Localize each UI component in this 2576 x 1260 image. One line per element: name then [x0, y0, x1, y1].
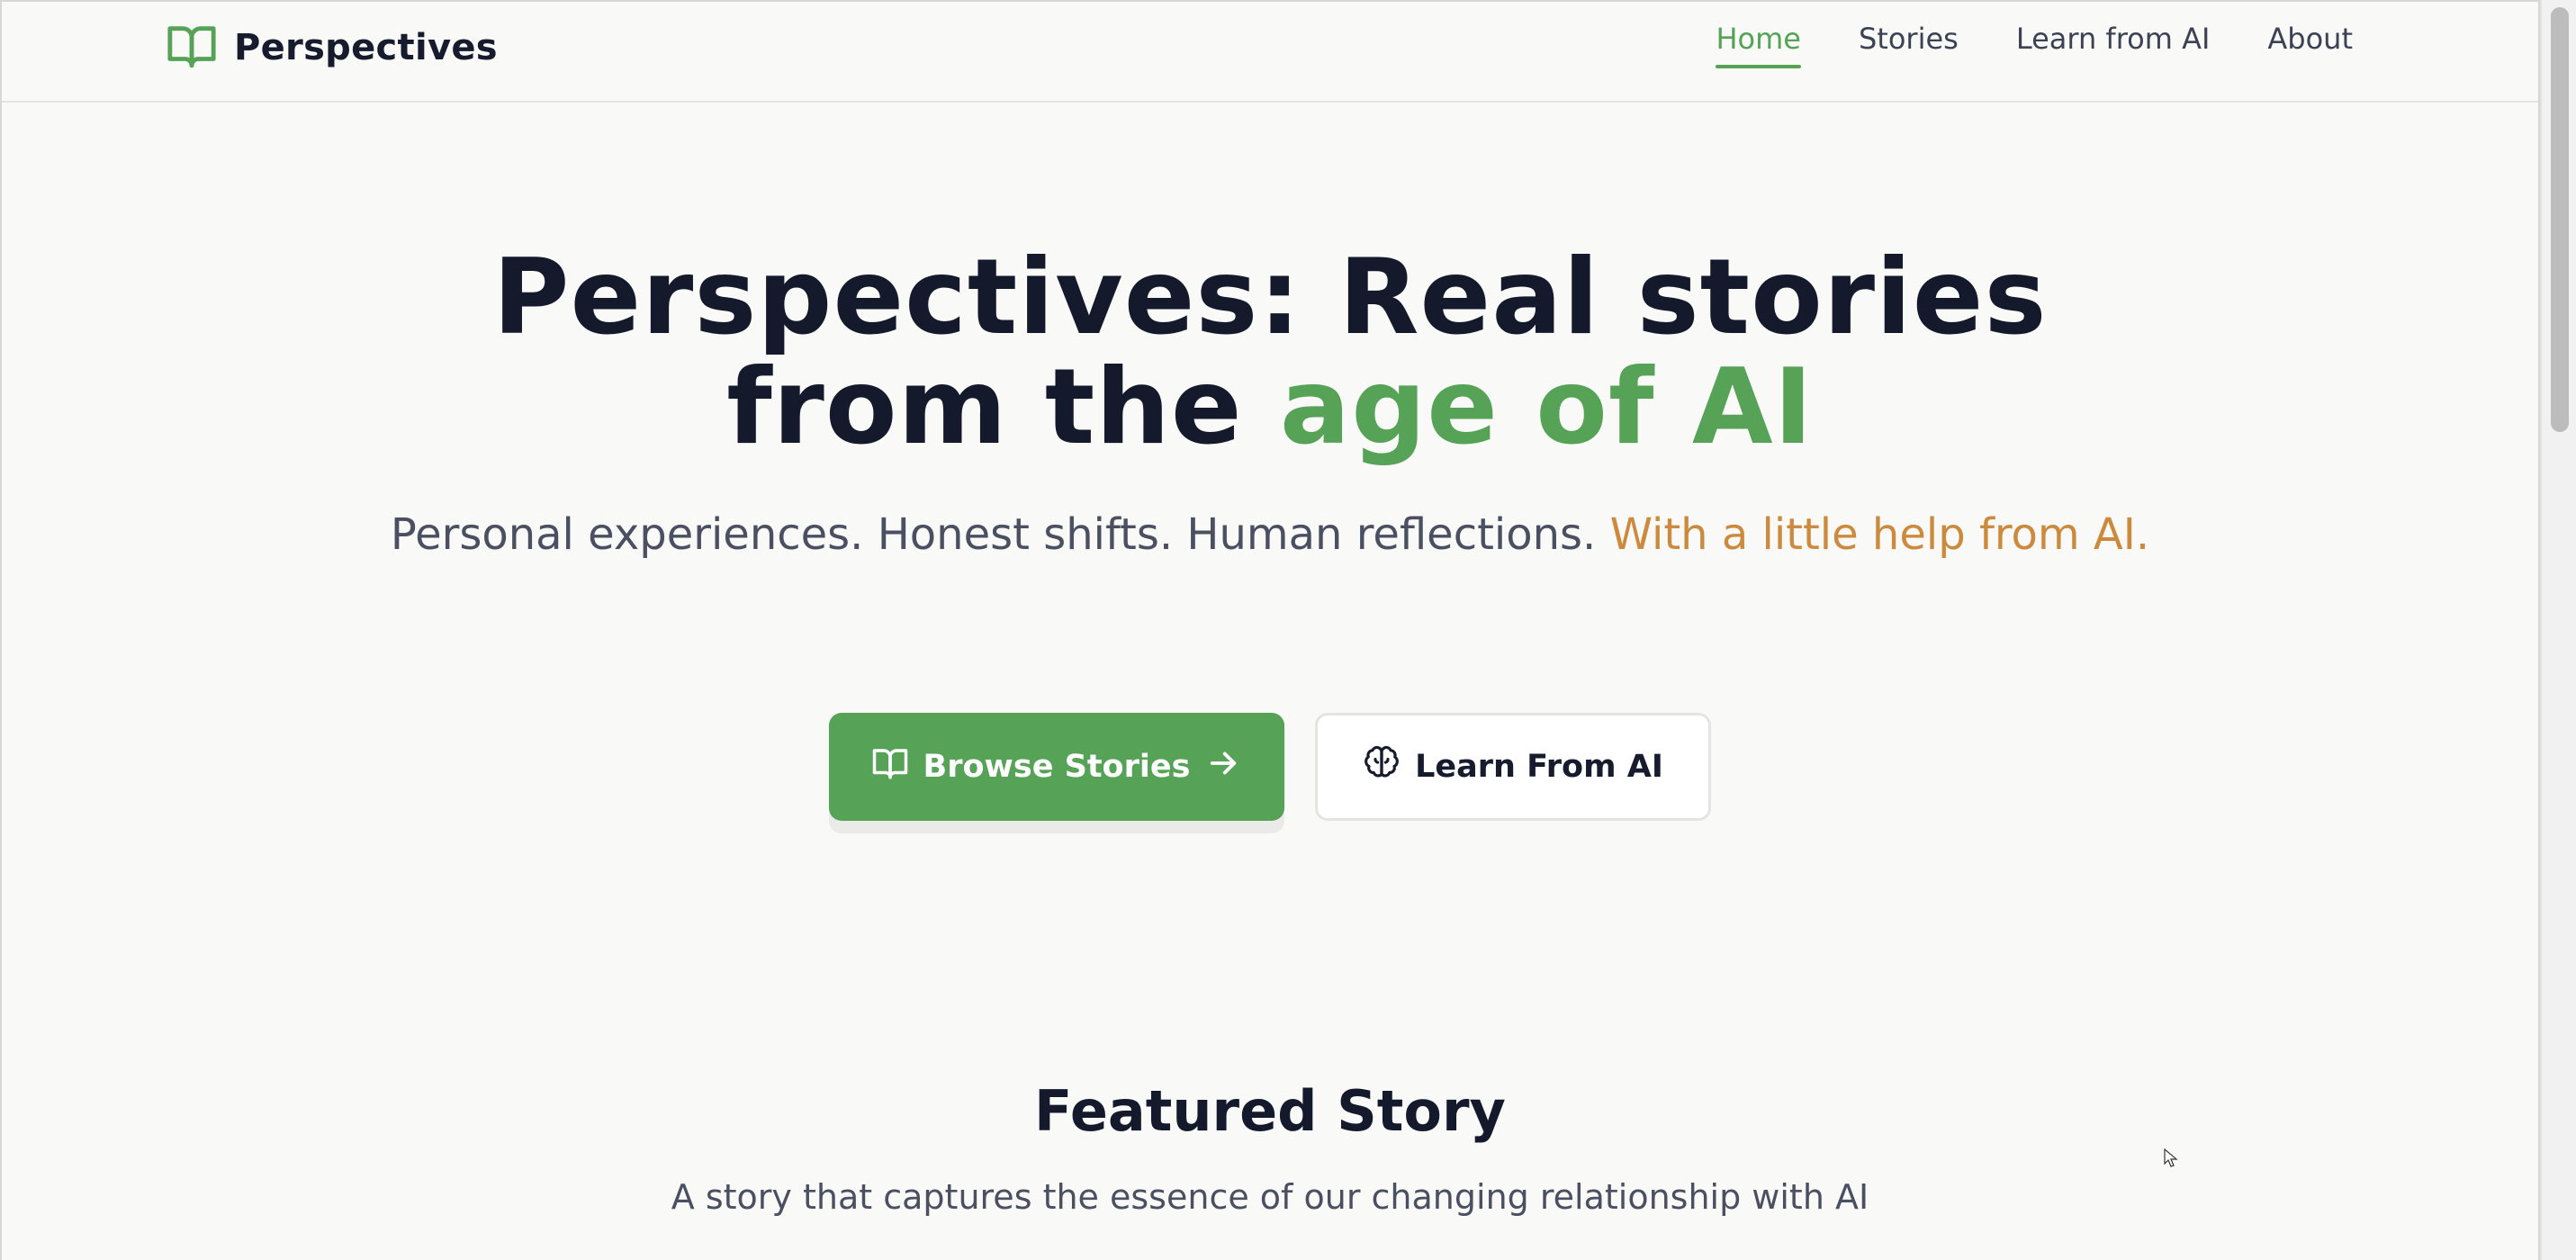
- main-nav: Home Stories Learn from AI About: [1716, 22, 2353, 74]
- nav-stories[interactable]: Stories: [1859, 22, 1959, 74]
- hero-subtitle: Personal experiences. Honest shifts. Hum…: [2, 506, 2538, 563]
- hero-title: Perspectives: Real stories from the age …: [2, 243, 2538, 463]
- nav-home[interactable]: Home: [1716, 22, 1801, 74]
- nav-learn-from-ai[interactable]: Learn from AI: [2016, 22, 2211, 74]
- mouse-cursor-icon: [2164, 1148, 2178, 1167]
- learn-from-ai-button[interactable]: Learn From AI: [1315, 713, 1711, 821]
- hero-subtitle-highlight: With a little help from AI.: [1609, 509, 2150, 560]
- scrollbar-thumb[interactable]: [2551, 7, 2569, 432]
- hero-subtitle-main: Personal experiences. Honest shifts. Hum…: [390, 509, 1597, 560]
- hero-actions: Browse Stories Learn From AI: [2, 713, 2538, 821]
- hero-title-line2-prefix: from the: [726, 346, 1280, 468]
- featured-story-title: Featured Story: [1034, 1078, 1506, 1144]
- hero-title-line1: Perspectives: Real stories: [492, 237, 2048, 358]
- featured-story-subtitle: A story that captures the essence of our…: [671, 1177, 1869, 1217]
- book-open-icon: [871, 744, 909, 790]
- hero-title-highlight: age of AI: [1279, 346, 1814, 468]
- arrow-right-icon: [1204, 744, 1242, 790]
- brand-logo[interactable]: Perspectives: [164, 20, 498, 76]
- vertical-scrollbar[interactable]: [2540, 0, 2576, 1260]
- browser-viewport: Perspectives Home Stories Learn from AI …: [0, 0, 2540, 1260]
- browse-stories-button[interactable]: Browse Stories: [829, 713, 1284, 821]
- brain-icon: [1363, 744, 1401, 790]
- browse-stories-label: Browse Stories: [923, 749, 1191, 785]
- nav-about[interactable]: About: [2267, 22, 2353, 74]
- book-open-icon: [164, 20, 220, 76]
- top-navbar: Perspectives Home Stories Learn from AI …: [2, 2, 2538, 103]
- brand-name: Perspectives: [234, 27, 498, 68]
- learn-from-ai-label: Learn From AI: [1415, 749, 1663, 785]
